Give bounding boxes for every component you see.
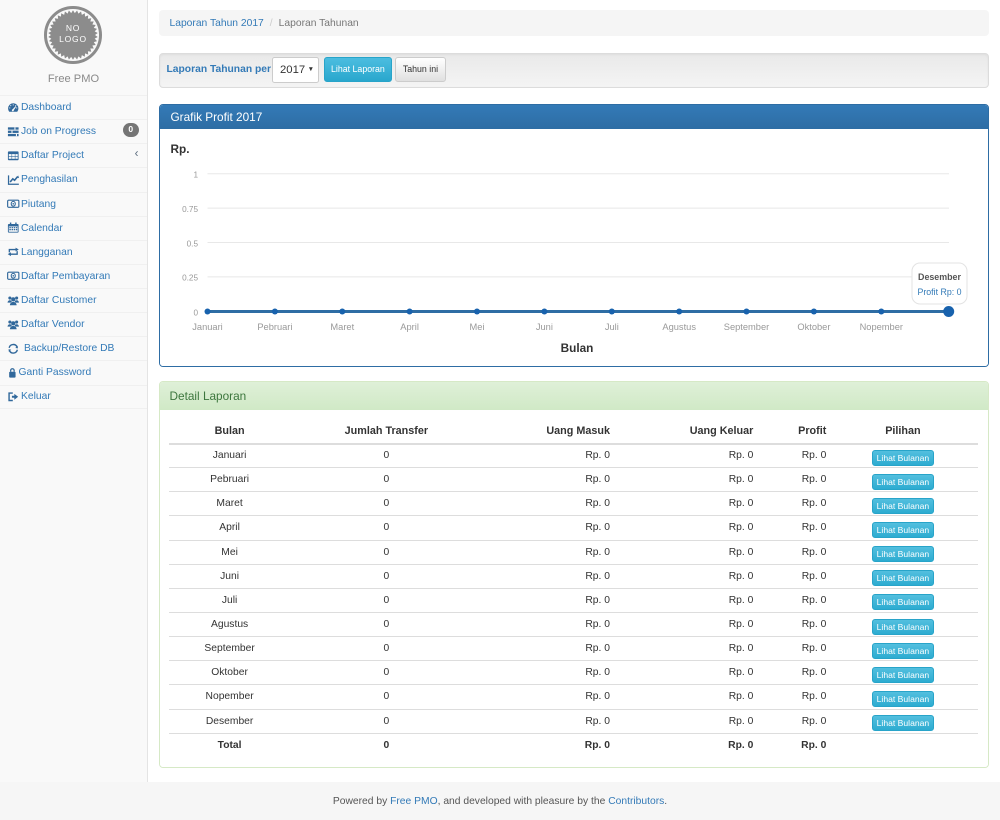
svg-text:Pebruari: Pebruari: [257, 322, 292, 332]
svg-text:Mei: Mei: [469, 322, 484, 332]
svg-text:0.25: 0.25: [182, 273, 198, 282]
svg-text:Juni: Juni: [535, 322, 552, 332]
svg-text:NO: NO: [65, 23, 79, 33]
svg-text:Agustus: Agustus: [662, 322, 696, 332]
svg-text:September: September: [723, 322, 768, 332]
svg-text:0.5: 0.5: [186, 239, 198, 248]
svg-text:Nopember: Nopember: [859, 322, 902, 332]
svg-text:0: 0: [193, 308, 198, 317]
svg-text:Januari: Januari: [192, 322, 223, 332]
svg-text:Profit Rp: 0: Profit Rp: 0: [917, 287, 961, 297]
svg-text:Juli: Juli: [604, 322, 618, 332]
svg-text:Bulan: Bulan: [560, 341, 593, 355]
svg-text:April: April: [400, 322, 419, 332]
svg-text:Desember: Desember: [918, 272, 961, 282]
svg-text:Rp.: Rp.: [170, 142, 189, 156]
svg-text:0.75: 0.75: [182, 204, 198, 213]
svg-text:LOGO: LOGO: [59, 34, 87, 44]
svg-text:Oktober: Oktober: [797, 322, 830, 332]
svg-text:1: 1: [193, 170, 198, 179]
svg-text:Maret: Maret: [330, 322, 354, 332]
